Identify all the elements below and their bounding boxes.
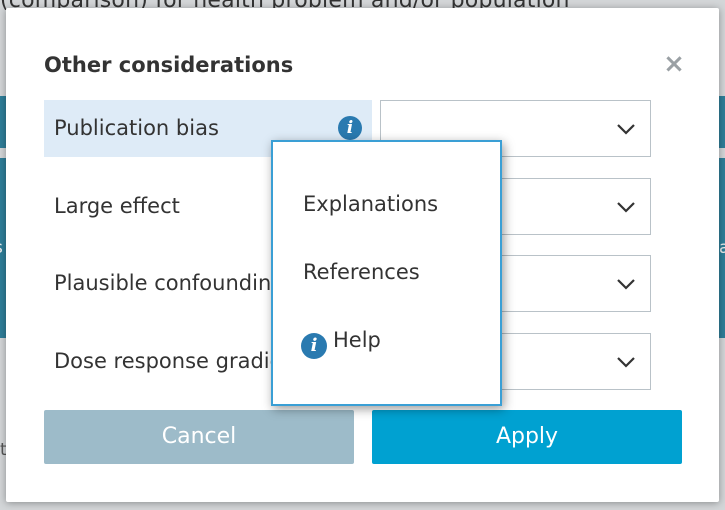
chevron-down-icon [617,279,635,290]
background-stripe-right [719,96,725,148]
menu-item-references[interactable]: References [303,260,420,284]
chevron-down-icon [617,357,635,368]
chevron-down-icon [617,202,635,213]
row-label: Plausible confounding [54,271,285,295]
chevron-down-icon [617,124,635,135]
row-label: Large effect [54,194,180,218]
dialog-title: Other considerations [44,53,294,77]
menu-item-explanations[interactable]: Explanations [303,192,438,216]
cancel-button[interactable]: Cancel [44,410,354,464]
info-icon: i [301,333,327,359]
row-label: Dose response gradient [54,349,305,373]
close-icon[interactable]: × [662,51,686,77]
background-fragment: s [0,238,3,258]
menu-item-label: Help [333,328,381,352]
row-label: Publication bias [54,116,219,140]
info-popup-menu: Explanations References i Help [271,140,502,406]
menu-item-help[interactable]: i Help [301,328,381,359]
apply-button[interactable]: Apply [372,410,682,464]
background-fragment: a [719,238,725,258]
info-icon[interactable]: i [338,116,362,140]
